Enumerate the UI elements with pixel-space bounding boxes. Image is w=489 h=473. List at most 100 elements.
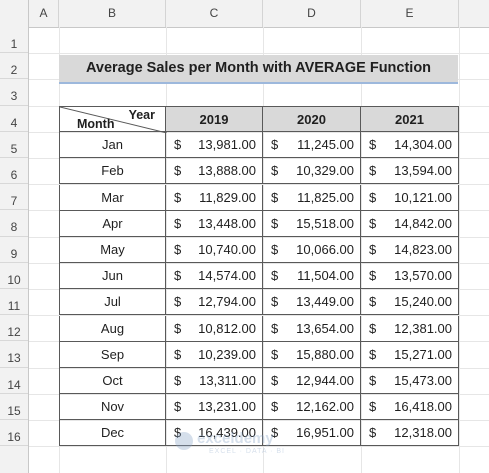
sales-value-cell[interactable]: $13,449.00 xyxy=(263,289,361,316)
month-cell[interactable]: Mar xyxy=(59,184,166,211)
sales-value-cell[interactable]: $15,240.00 xyxy=(361,289,459,316)
month-cell[interactable]: Aug xyxy=(59,315,166,342)
sales-value-cell[interactable]: $14,823.00 xyxy=(361,237,459,263)
sales-value-cell[interactable]: $10,812.00 xyxy=(166,315,263,342)
corner-header-cell[interactable]: Year Month xyxy=(59,106,167,133)
sales-amount: 16,439.00 xyxy=(198,425,256,441)
sales-amount: 15,240.00 xyxy=(394,294,452,310)
sales-amount: 13,570.00 xyxy=(394,268,452,284)
month-cell[interactable]: Jul xyxy=(59,289,166,316)
sales-amount: 13,311.00 xyxy=(199,373,256,388)
currency-symbol: $ xyxy=(369,320,377,336)
sales-value-cell[interactable]: $11,825.00 xyxy=(263,184,361,211)
sales-value-cell[interactable]: $13,231.00 xyxy=(166,394,263,421)
sales-value-cell[interactable]: $13,981.00 xyxy=(166,132,263,159)
row-header[interactable]: 16 xyxy=(0,420,28,447)
sales-amount: 13,594.00 xyxy=(394,163,452,179)
sales-value-cell[interactable]: $10,329.00 xyxy=(263,158,361,185)
column-header-c[interactable]: C xyxy=(166,0,263,27)
sales-amount: 13,231.00 xyxy=(198,399,256,415)
month-cell[interactable]: May xyxy=(59,237,166,263)
month-cell[interactable]: Oct xyxy=(59,368,166,394)
sales-value-cell[interactable]: $13,570.00 xyxy=(361,263,459,290)
month-cell[interactable]: Nov xyxy=(59,394,166,421)
sales-value-cell[interactable]: $15,518.00 xyxy=(263,210,361,237)
currency-symbol: $ xyxy=(174,294,182,310)
row-header[interactable]: 14 xyxy=(0,368,28,394)
select-all-corner[interactable] xyxy=(0,0,29,27)
sales-value-cell[interactable]: $10,066.00 xyxy=(263,237,361,263)
month-cell[interactable]: Jan xyxy=(59,132,166,159)
row-header[interactable]: 9 xyxy=(0,237,28,263)
month-cell[interactable]: Feb xyxy=(59,158,166,185)
row-header[interactable]: 4 xyxy=(0,106,28,132)
sales-value-cell[interactable]: $16,418.00 xyxy=(361,394,459,421)
watermark-tagline: EXCEL · DATA · BI xyxy=(209,448,285,455)
month-cell[interactable]: Sep xyxy=(59,341,166,368)
row-header[interactable]: 8 xyxy=(0,210,28,237)
sales-value-cell[interactable]: $15,880.00 xyxy=(263,341,361,368)
row-header[interactable]: 15 xyxy=(0,394,28,420)
row-header[interactable]: 10 xyxy=(0,263,28,289)
row-header-bar: 1 2 3 4 5 6 7 8 9 10 11 12 13 14 15 16 xyxy=(0,27,29,473)
sales-value-cell[interactable]: $12,381.00 xyxy=(361,315,459,342)
column-header-d[interactable]: D xyxy=(263,0,361,27)
sales-value-cell[interactable]: $12,944.00 xyxy=(263,368,361,394)
sales-value-cell[interactable]: $13,311.00 xyxy=(166,368,263,394)
sales-amount: 12,318.00 xyxy=(394,425,452,441)
sales-amount: 12,381.00 xyxy=(394,320,452,336)
sales-value-cell[interactable]: $13,448.00 xyxy=(166,210,263,237)
currency-symbol: $ xyxy=(271,242,279,257)
currency-symbol: $ xyxy=(174,215,182,231)
sales-value-cell[interactable]: $13,654.00 xyxy=(263,315,361,342)
sales-value-cell[interactable]: $14,304.00 xyxy=(361,132,459,159)
year-header-2020[interactable]: 2020 xyxy=(263,106,361,132)
currency-symbol: $ xyxy=(271,399,279,415)
year-header-2019[interactable]: 2019 xyxy=(166,106,263,132)
sheet-title[interactable]: Average Sales per Month with AVERAGE Fun… xyxy=(59,55,458,82)
month-cell[interactable]: Dec xyxy=(59,420,166,447)
row-header[interactable]: 5 xyxy=(0,132,28,158)
sales-value-cell[interactable]: $13,594.00 xyxy=(361,158,459,185)
currency-symbol: $ xyxy=(174,268,182,284)
row-header[interactable]: 2 xyxy=(0,53,28,80)
row-header[interactable]: 7 xyxy=(0,184,28,211)
sales-value-cell[interactable]: $12,162.00 xyxy=(263,394,361,421)
sales-value-cell[interactable]: $11,504.00 xyxy=(263,263,361,290)
row-header[interactable]: 1 xyxy=(0,27,28,54)
sales-value-cell[interactable]: $14,574.00 xyxy=(166,263,263,290)
row-header[interactable]: 11 xyxy=(0,289,28,316)
currency-symbol: $ xyxy=(369,137,377,153)
sales-amount: 10,121.00 xyxy=(394,189,452,205)
grid-line xyxy=(459,27,460,473)
sales-value-cell[interactable]: $10,740.00 xyxy=(166,237,263,263)
row-header[interactable]: 6 xyxy=(0,158,28,185)
sales-value-cell[interactable]: $15,271.00 xyxy=(361,341,459,368)
column-header-a[interactable]: A xyxy=(29,0,59,27)
sales-value-cell[interactable]: $16,439.00 xyxy=(166,420,263,447)
sales-value-cell[interactable]: $11,245.00 xyxy=(263,132,361,159)
row-header[interactable]: 12 xyxy=(0,315,28,342)
column-header-b[interactable]: B xyxy=(59,0,166,27)
sales-value-cell[interactable]: $12,794.00 xyxy=(166,289,263,316)
sales-value-cell[interactable]: $15,473.00 xyxy=(361,368,459,394)
column-header-e[interactable]: E xyxy=(361,0,459,27)
sales-amount: 10,329.00 xyxy=(296,163,354,179)
table-row: Feb $13,888.00 $10,329.00 $13,594.00 xyxy=(59,158,459,185)
row-header[interactable]: 3 xyxy=(0,79,28,106)
month-cell[interactable]: Jun xyxy=(59,263,166,290)
year-header-2021[interactable]: 2021 xyxy=(361,106,459,132)
sales-value-cell[interactable]: $12,318.00 xyxy=(361,420,459,447)
sales-amount: 16,418.00 xyxy=(394,399,452,415)
month-cell[interactable]: Apr xyxy=(59,210,166,237)
sales-value-cell[interactable]: $10,239.00 xyxy=(166,341,263,368)
sales-value-cell[interactable]: $10,121.00 xyxy=(361,184,459,211)
sales-value-cell[interactable]: $14,842.00 xyxy=(361,210,459,237)
currency-symbol: $ xyxy=(271,425,279,441)
sales-value-cell[interactable]: $11,829.00 xyxy=(166,184,263,211)
sales-value-cell[interactable]: $16,951.00 xyxy=(263,420,361,447)
currency-symbol: $ xyxy=(369,399,377,415)
row-header[interactable]: 13 xyxy=(0,341,28,368)
sales-value-cell[interactable]: $13,888.00 xyxy=(166,158,263,185)
currency-symbol: $ xyxy=(271,268,279,284)
